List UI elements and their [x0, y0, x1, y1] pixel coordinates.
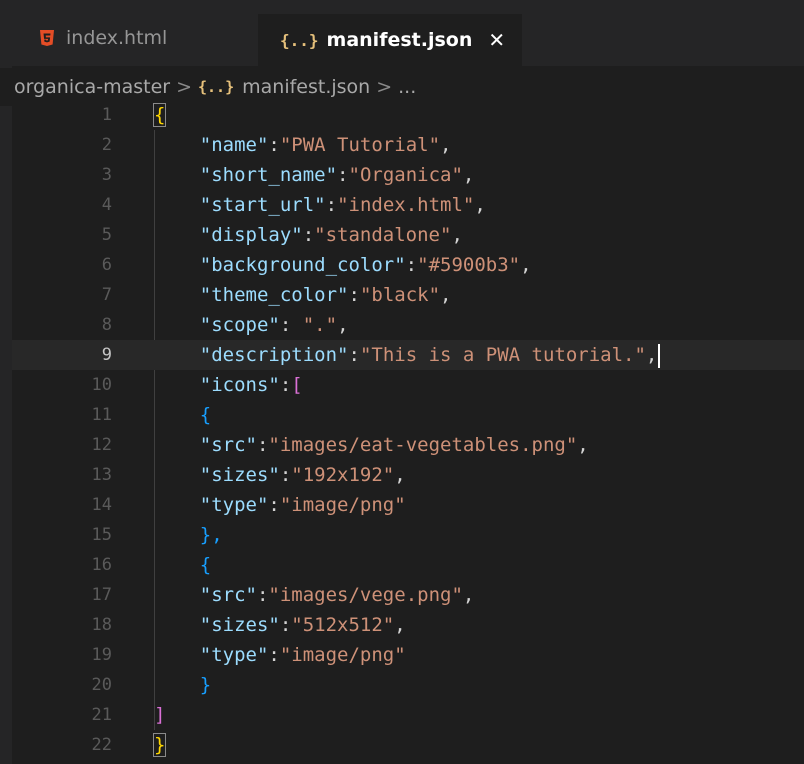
json-value: "512x512" — [291, 614, 395, 636]
close-icon[interactable]: ✕ — [488, 28, 505, 52]
code-line[interactable]: 8 "scope": ".", — [12, 310, 804, 340]
code-line[interactable]: 14 "type":"image/png" — [12, 490, 804, 520]
json-value: "images/vege.png" — [268, 584, 463, 606]
breadcrumb-folder[interactable]: organica-master — [14, 76, 170, 98]
json-key: "start_url" — [199, 194, 326, 216]
code-line[interactable]: 22 } — [12, 730, 804, 760]
json-value: "#5900b3" — [417, 254, 521, 276]
json-key: "src" — [199, 584, 257, 606]
json-value: "image/png" — [279, 494, 406, 516]
json-value: "Organica" — [348, 164, 463, 186]
tab-index-html[interactable]: index.html — [38, 14, 167, 62]
json-key: "icons" — [199, 374, 280, 396]
code-line[interactable]: 19 "type":"image/png" — [12, 640, 804, 670]
line-number: 8 — [101, 315, 112, 335]
line-number: 13 — [91, 465, 112, 485]
line-number: 22 — [91, 735, 112, 755]
bracket-token: ] — [154, 704, 166, 726]
code-editor[interactable]: 1 { 2 "name":"PWA Tutorial", 3 "short_na… — [12, 100, 804, 764]
json-key: "sizes" — [199, 614, 280, 636]
line-number: 18 — [91, 615, 112, 635]
line-number: 14 — [91, 495, 112, 515]
code-line[interactable]: 5 "display":"standalone", — [12, 220, 804, 250]
line-number: 4 — [101, 195, 112, 215]
line-number: 6 — [101, 255, 112, 275]
json-key: "description" — [199, 344, 349, 366]
json-value: "This is a PWA tutorial." — [359, 344, 646, 366]
chevron-right-icon: > — [376, 76, 393, 98]
json-value: "192x192" — [291, 464, 395, 486]
json-braces-icon: {..} — [280, 30, 319, 50]
line-number: 5 — [101, 225, 112, 245]
json-key: "scope" — [199, 314, 280, 336]
json-key: "display" — [199, 224, 303, 246]
line-number: 9 — [101, 345, 112, 365]
json-key: "short_name" — [199, 164, 338, 186]
json-braces-icon: {..} — [198, 78, 235, 96]
json-key: "src" — [199, 434, 257, 456]
json-value: "images/eat-vegetables.png" — [268, 434, 578, 456]
brace-token: { — [152, 103, 167, 127]
chevron-right-icon: > — [176, 76, 192, 98]
line-number: 15 — [91, 525, 112, 545]
code-line[interactable]: 20 } — [12, 670, 804, 700]
code-line[interactable]: 11 { — [12, 400, 804, 430]
breadcrumb-more[interactable]: ... — [398, 76, 416, 98]
code-line[interactable]: 18 "sizes":"512x512", — [12, 610, 804, 640]
bracket-token: [ — [291, 374, 303, 396]
breadcrumb-file[interactable]: manifest.json — [242, 76, 370, 98]
line-number: 21 — [91, 705, 112, 725]
line-number: 17 — [91, 585, 112, 605]
brace-token: }, — [199, 524, 223, 546]
line-number: 7 — [101, 285, 112, 305]
code-line[interactable]: 4 "start_url":"index.html", — [12, 190, 804, 220]
json-key: "type" — [199, 494, 269, 516]
code-line[interactable]: 7 "theme_color":"black", — [12, 280, 804, 310]
line-number: 3 — [101, 165, 112, 185]
code-line[interactable]: 12 "src":"images/eat-vegetables.png", — [12, 430, 804, 460]
line-number: 10 — [91, 375, 112, 395]
line-number: 16 — [91, 555, 112, 575]
tab-label: manifest.json — [326, 29, 473, 51]
code-line[interactable]: 6 "background_color":"#5900b3", — [12, 250, 804, 280]
json-key: "theme_color" — [199, 284, 349, 306]
json-key: "type" — [199, 644, 269, 666]
brace-token: } — [199, 674, 212, 696]
code-line[interactable]: 3 "short_name":"Organica", — [12, 160, 804, 190]
code-line-current[interactable]: 9 "description":"This is a PWA tutorial.… — [12, 340, 804, 370]
code-line[interactable]: 17 "src":"images/vege.png", — [12, 580, 804, 610]
line-number: 11 — [91, 405, 112, 425]
html5-icon — [38, 29, 56, 47]
json-value: "." — [302, 314, 338, 336]
code-line[interactable]: 16 { — [12, 550, 804, 580]
line-number: 2 — [101, 135, 112, 155]
brace-token: } — [152, 733, 167, 757]
text-cursor — [658, 343, 661, 368]
json-value: "standalone" — [314, 224, 452, 246]
tab-label: index.html — [66, 27, 168, 49]
code-line[interactable]: 13 "sizes":"192x192", — [12, 460, 804, 490]
brace-token: { — [199, 554, 212, 576]
brace-token: { — [199, 404, 212, 426]
code-line[interactable]: 21 ] — [12, 700, 804, 730]
json-key: "sizes" — [199, 464, 280, 486]
code-line[interactable]: 15 }, — [12, 520, 804, 550]
json-value: "PWA Tutorial" — [279, 134, 441, 156]
json-key: "background_color" — [199, 254, 406, 276]
json-value: "image/png" — [279, 644, 406, 666]
json-value: "black" — [359, 284, 441, 306]
json-value: "index.html" — [337, 194, 475, 216]
code-line[interactable]: 10 "icons":[ — [12, 370, 804, 400]
line-number: 1 — [101, 105, 112, 125]
line-number: 20 — [91, 675, 112, 695]
json-key: "name" — [199, 134, 269, 156]
tab-manifest-json[interactable]: {..} manifest.json ✕ — [258, 14, 522, 66]
code-line[interactable]: 2 "name":"PWA Tutorial", — [12, 130, 804, 160]
activity-bar-edge — [0, 0, 12, 764]
line-number: 19 — [91, 645, 112, 665]
code-line[interactable]: 1 { — [12, 100, 804, 130]
line-number: 12 — [91, 435, 112, 455]
